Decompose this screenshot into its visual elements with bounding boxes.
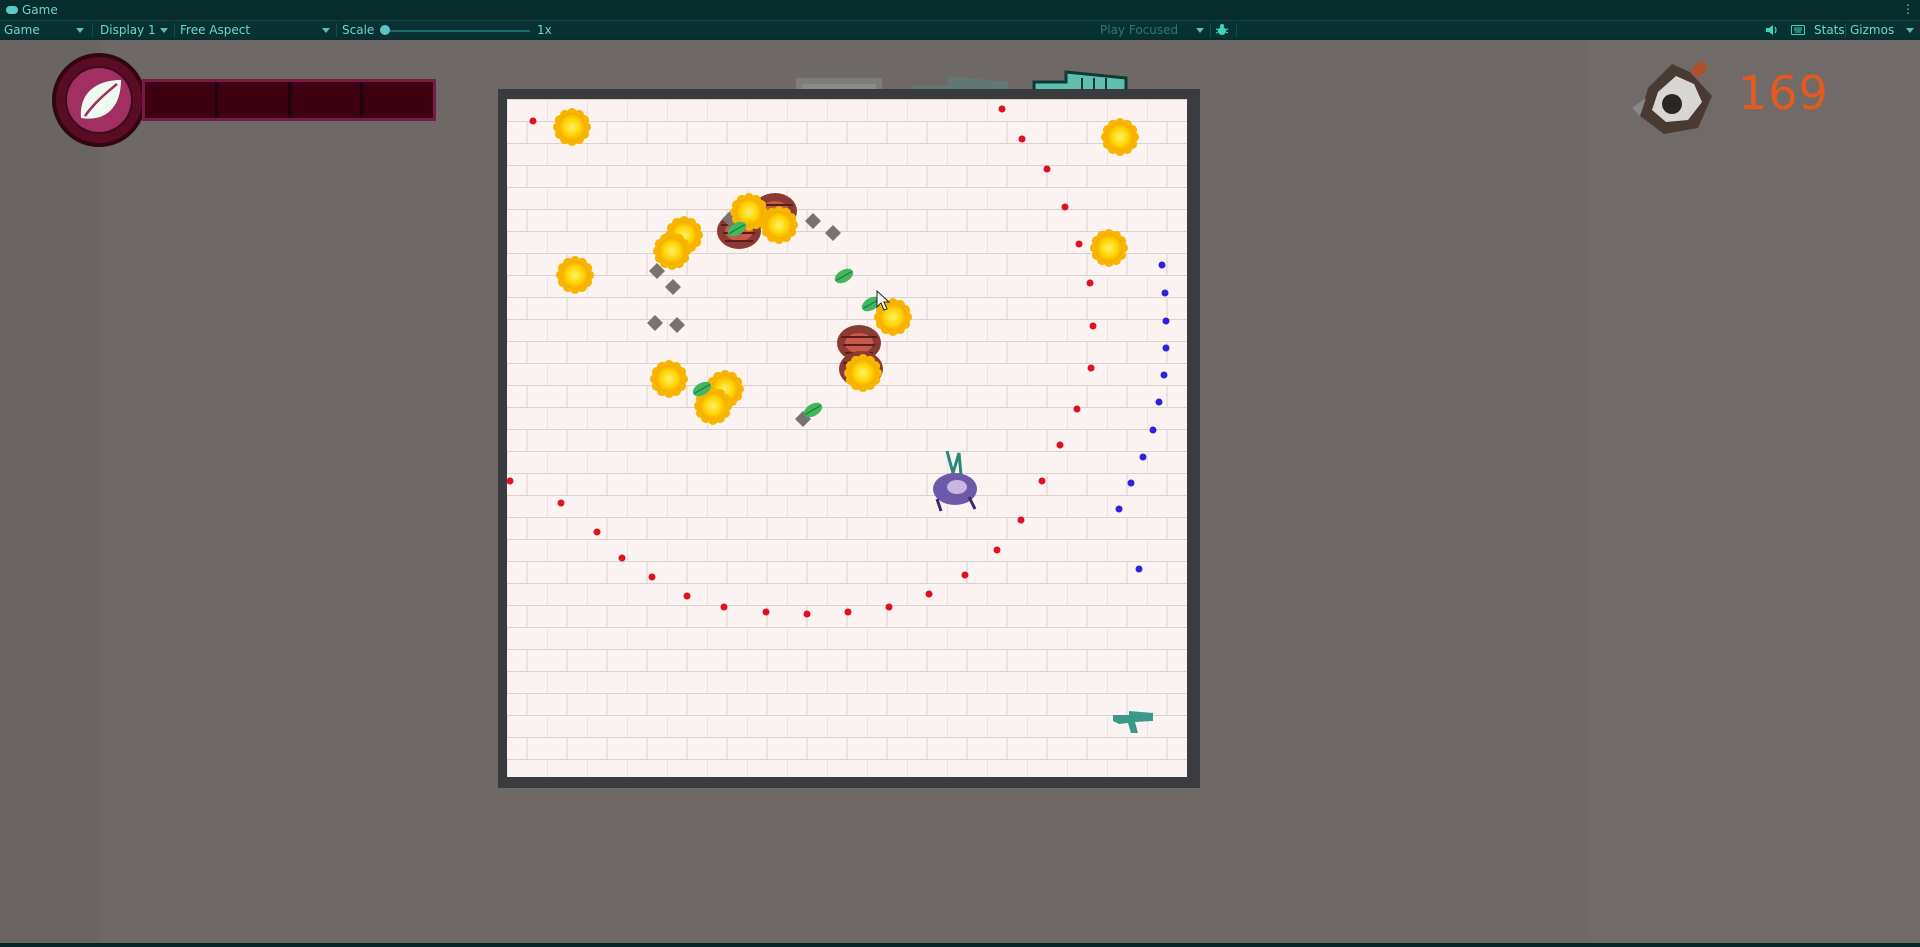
display-label: Display 1 <box>100 23 156 37</box>
red-bullet <box>1056 441 1064 449</box>
gizmos-label: Gizmos <box>1850 23 1895 37</box>
health-segment <box>218 82 291 118</box>
red-bullet <box>844 608 852 616</box>
red-bullet <box>762 608 770 616</box>
sun-core <box>699 392 727 420</box>
red-bullet <box>885 603 893 611</box>
scale-value: 1x <box>537 23 552 37</box>
leaf-icon <box>80 80 121 119</box>
red-bullet <box>557 499 565 507</box>
sun-core <box>1106 123 1134 151</box>
toolbar-divider <box>92 23 93 37</box>
toolbar-divider <box>1236 23 1237 37</box>
sun-core <box>765 211 793 239</box>
ability-frame <box>52 53 146 147</box>
viewport-shade <box>0 40 100 943</box>
aspect-dropdown[interactable]: Free Aspect <box>180 21 334 39</box>
sun-core <box>1095 234 1123 262</box>
game-arena[interactable] <box>498 89 1200 788</box>
toolbar-divider <box>336 23 337 37</box>
red-bullet <box>683 592 691 600</box>
ability-icon-bg <box>65 66 133 134</box>
play-mode-dropdown[interactable]: Play Focused <box>1100 21 1208 39</box>
red-bullet <box>1086 279 1094 287</box>
red-bullet <box>593 528 601 536</box>
red-bullet <box>1073 405 1081 413</box>
health-bar-fill <box>145 82 433 118</box>
scale-label: Scale <box>342 23 375 37</box>
red-bullet <box>1018 135 1026 143</box>
scale-slider-track[interactable] <box>386 30 530 32</box>
sun-core <box>561 261 589 289</box>
red-bullet <box>1089 322 1097 330</box>
red-bullet <box>1061 203 1069 211</box>
gizmos-dropdown[interactable]: Gizmos <box>1850 21 1918 39</box>
aspect-label: Free Aspect <box>180 23 251 37</box>
health-segment <box>291 82 364 118</box>
view-mode-dropdown[interactable]: Game <box>4 21 88 39</box>
health-segment <box>363 82 433 118</box>
red-bullet <box>648 573 656 581</box>
game-viewport[interactable]: 169 <box>0 40 1920 943</box>
mute-audio-icon[interactable] <box>1765 21 1779 39</box>
sun-core <box>735 198 763 226</box>
blue-bullet <box>1161 289 1169 297</box>
toolbar-divider <box>1210 23 1211 37</box>
score-counter: 169 <box>1738 66 1829 120</box>
blue-bullet <box>1127 479 1135 487</box>
health-segment <box>145 82 218 118</box>
red-bullet <box>1017 516 1025 524</box>
play-mode-label: Play Focused <box>1100 23 1179 37</box>
arena-floor <box>507 99 1187 777</box>
keyboard-icon[interactable] <box>1791 21 1805 39</box>
red-bullet <box>720 603 728 611</box>
red-bullet <box>529 117 537 125</box>
status-bar <box>0 943 1920 947</box>
red-bullet <box>961 571 969 579</box>
blue-bullet <box>1162 344 1170 352</box>
red-bullet <box>1075 240 1083 248</box>
stats-button[interactable]: Stats <box>1814 21 1845 39</box>
debug-bug-icon[interactable] <box>1215 21 1229 39</box>
view-mode-label: Game <box>4 23 40 37</box>
window-title: Game <box>22 3 58 17</box>
display-dropdown[interactable]: Display 1 <box>100 21 172 39</box>
red-bullet <box>1087 364 1095 372</box>
viewport-shade <box>1590 40 1920 943</box>
arena-scene <box>507 99 1187 777</box>
blue-bullet <box>1158 261 1166 269</box>
sun-core <box>655 365 683 393</box>
red-bullet <box>803 610 811 618</box>
sun-core <box>658 237 686 265</box>
blue-bullet <box>1139 453 1147 461</box>
health-bar <box>142 79 436 121</box>
red-bullet <box>998 105 1006 113</box>
window-titlebar: Game ⋮ <box>0 0 1920 20</box>
more-options-icon[interactable]: ⋮ <box>1902 2 1914 16</box>
enemy-counter-icon <box>1628 58 1728 140</box>
gamepad-icon <box>6 6 18 14</box>
toolbar-divider <box>1845 23 1846 37</box>
blue-bullet <box>1115 505 1123 513</box>
sun-core <box>558 113 586 141</box>
blue-bullet <box>1155 398 1163 406</box>
red-bullet <box>925 590 933 598</box>
red-bullet <box>1043 165 1051 173</box>
red-bullet <box>993 546 1001 554</box>
sun-core <box>849 359 877 387</box>
blue-bullet <box>1149 426 1157 434</box>
blue-bullet <box>1160 371 1168 379</box>
toolbar-divider <box>174 23 175 37</box>
red-bullet <box>1038 477 1046 485</box>
game-view-toolbar: Game Display 1 Free Aspect Scale 1x Play… <box>0 20 1920 39</box>
blue-bullet <box>1135 565 1143 573</box>
blue-bullet <box>1162 317 1170 325</box>
red-bullet <box>618 554 626 562</box>
scale-slider-handle[interactable] <box>380 25 390 35</box>
